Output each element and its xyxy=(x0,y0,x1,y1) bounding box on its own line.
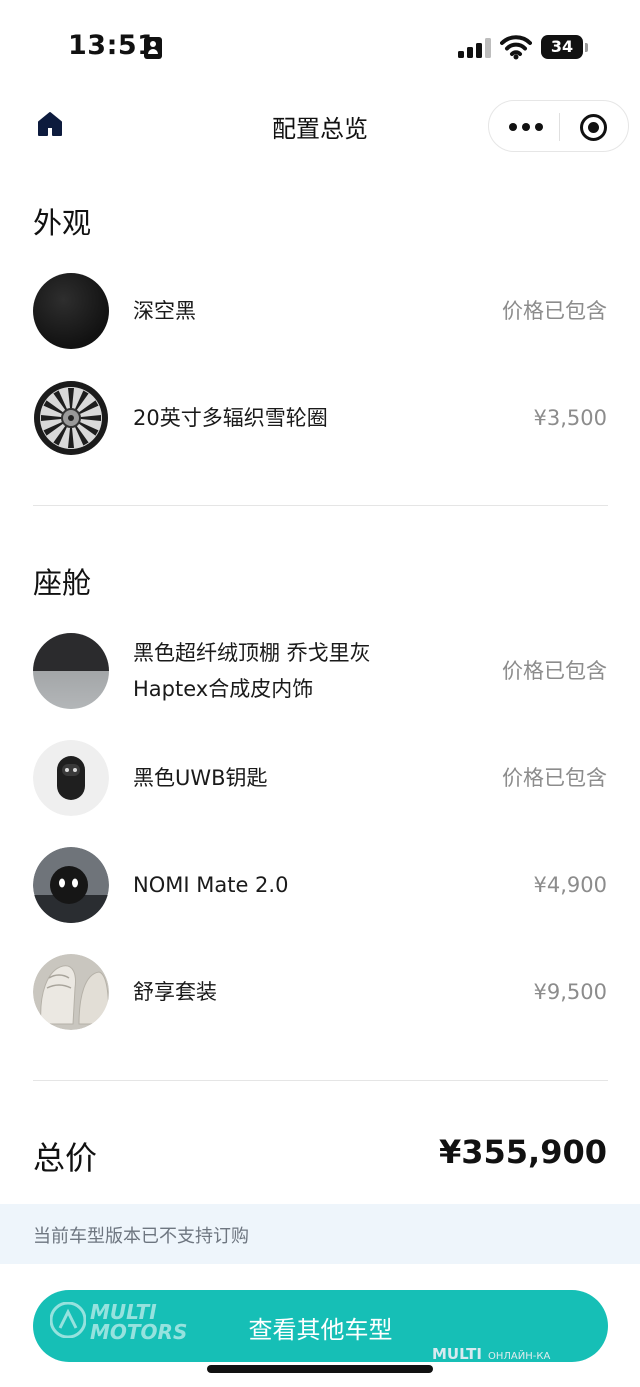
item-price: 价格已包含 xyxy=(502,766,607,790)
interior-trim-swatch-icon xyxy=(33,633,109,709)
mini-program-capsule xyxy=(488,100,629,152)
total-label: 总价 xyxy=(33,1139,98,1177)
status-bar: 13:51 34 xyxy=(0,0,640,95)
notice-text: 当前车型版本已不支持订购 xyxy=(33,1226,249,1247)
item-price: ¥3,500 xyxy=(533,406,607,430)
watermark-logo: MULTI MOTORS xyxy=(50,1298,200,1348)
item-name: 黑色UWB钥匙 xyxy=(133,766,268,790)
comfort-seat-icon xyxy=(33,954,109,1030)
exterior-item-paint: 深空黑 价格已包含 xyxy=(0,261,640,361)
cellular-signal-icon xyxy=(458,38,492,58)
capsule-divider xyxy=(559,113,560,141)
navigation-bar: 配置总览 xyxy=(0,95,640,155)
item-price: ¥9,500 xyxy=(533,980,607,1004)
item-name: NOMI Mate 2.0 xyxy=(133,873,289,897)
item-name: 舒享套装 xyxy=(133,980,217,1004)
exterior-item-wheel: 20英寸多辐织雪轮圈 ¥3,500 xyxy=(0,368,640,468)
section-divider xyxy=(33,505,608,506)
cabin-item-key: 黑色UWB钥匙 价格已包含 xyxy=(0,728,640,828)
battery-icon: 34 xyxy=(541,35,583,59)
item-name-line2: Haptex合成皮内饰 xyxy=(133,677,314,701)
item-name: 20英寸多辐织雪轮圈 xyxy=(133,406,328,430)
nomi-mate-icon xyxy=(33,847,109,923)
wheel-rim-icon xyxy=(34,381,108,455)
id-card-icon xyxy=(144,37,162,59)
unavailable-notice: 当前车型版本已不支持订购 xyxy=(0,1204,640,1264)
cabin-item-comfort: 舒享套装 ¥9,500 xyxy=(0,942,640,1042)
wifi-icon xyxy=(500,35,532,60)
uwb-key-icon xyxy=(33,740,109,816)
cabin-item-interior: 黑色超纤绒顶棚 乔戈里灰 Haptex合成皮内饰 价格已包含 xyxy=(0,621,640,721)
item-price: 价格已包含 xyxy=(502,659,607,683)
cabin-item-nomi: NOMI Mate 2.0 ¥4,900 xyxy=(0,835,640,935)
item-name-line1: 黑色超纤绒顶棚 乔戈里灰 xyxy=(133,641,371,665)
watermark-text-right: MULTI ОНЛАЙН-КА xyxy=(432,1345,551,1363)
watermark-emblem-icon xyxy=(50,1302,86,1338)
section-divider xyxy=(33,1080,608,1081)
close-mini-program-icon[interactable] xyxy=(580,114,607,141)
battery-cap xyxy=(585,43,588,52)
exterior-section-title: 外观 xyxy=(33,206,92,240)
total-price: ¥355,900 xyxy=(438,1133,607,1171)
home-indicator[interactable] xyxy=(207,1365,433,1373)
cabin-section-title: 座舱 xyxy=(33,566,92,600)
item-name: 深空黑 xyxy=(133,299,196,323)
more-options-icon[interactable] xyxy=(509,118,543,136)
item-price: 价格已包含 xyxy=(502,299,607,323)
watermark-text: MULTI MOTORS xyxy=(90,1300,188,1344)
item-price: ¥4,900 xyxy=(533,873,607,897)
black-paint-swatch-icon xyxy=(33,273,109,349)
